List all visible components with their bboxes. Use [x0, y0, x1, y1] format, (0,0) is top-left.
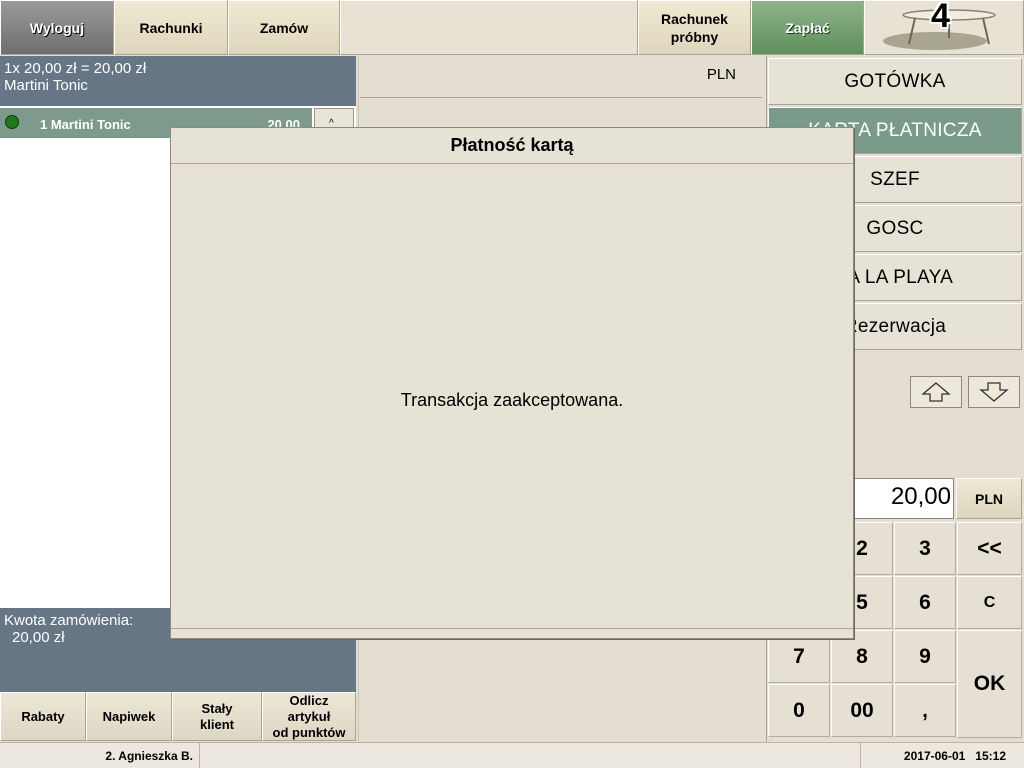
test-bill-button[interactable]: Rachunek próbny [638, 0, 751, 55]
status-datetime: 2017-06-01 15:12 [903, 749, 1006, 763]
status-bar: 2. Agnieszka B. 2017-06-01 15:12 [0, 742, 1024, 768]
status-user: 2. Agnieszka B. [105, 749, 193, 763]
amount-currency-button[interactable]: PLN [956, 478, 1022, 519]
dialog-message: Transakcja zaakceptowana. [400, 390, 624, 410]
tip-button[interactable]: Napiwek [86, 692, 172, 741]
currency-header: PLN [360, 58, 762, 98]
dialog-footer-line [171, 628, 853, 629]
regular-line2: klient [200, 716, 234, 732]
order-row-text: 1 Martini Tonic [40, 117, 131, 132]
keypad-9[interactable]: 9 [894, 630, 956, 683]
table-button[interactable]: 4 [864, 0, 1024, 55]
regular-client-button[interactable]: Stały klient [172, 692, 262, 741]
keypad-3[interactable]: 3 [894, 522, 956, 575]
table-number: 4 [931, 0, 950, 35]
keypad-ok[interactable]: OK [957, 630, 1022, 738]
points-line1: Odlicz [289, 692, 329, 708]
pay-button[interactable]: Zapłać [751, 0, 864, 55]
arrow-up-icon [921, 382, 951, 402]
discounts-button[interactable]: Rabaty [0, 692, 86, 741]
bills-button[interactable]: Rachunki [114, 0, 228, 55]
regular-line1: Stały [201, 700, 233, 716]
keypad-clear[interactable]: C [957, 576, 1022, 629]
keypad-6[interactable]: 6 [894, 576, 956, 629]
status-datetime-cell: 2017-06-01 15:12 [860, 743, 1024, 768]
keypad-00[interactable]: 00 [831, 684, 893, 737]
order-button[interactable]: Zamów [228, 0, 340, 55]
test-bill-line2: próbny [670, 28, 719, 45]
card-payment-dialog: Płatność kartą Transakcja zaakceptowana. [170, 127, 854, 639]
points-deduct-button[interactable]: Odlicz artykuł od punktów [262, 692, 356, 741]
logout-button[interactable]: Wyloguj [0, 0, 114, 55]
list-down-button[interactable] [968, 376, 1020, 408]
amount-value: 20,00 [890, 483, 951, 510]
points-line2: artykuł [287, 708, 331, 724]
keypad-0[interactable]: 0 [768, 684, 830, 737]
keypad-backspace[interactable]: << [957, 522, 1022, 575]
test-bill-line1: Rachunek [661, 10, 728, 27]
status-user-cell: 2. Agnieszka B. [0, 743, 200, 768]
order-summary-line: 1x 20,00 zł = 20,00 zł [4, 60, 147, 77]
keypad-comma[interactable]: , [894, 684, 956, 737]
status-led-icon [5, 115, 19, 129]
order-summary-header: 1x 20,00 zł = 20,00 zł Martini Tonic [0, 56, 356, 106]
points-line3: od punktów [272, 724, 346, 740]
dialog-title: Płatność kartą [171, 128, 853, 164]
payment-method-cash[interactable]: GOTÓWKA [768, 58, 1022, 105]
currency-label: PLN [706, 66, 736, 83]
order-item-name: Martini Tonic [4, 77, 88, 94]
arrow-down-icon [979, 382, 1009, 402]
list-up-button[interactable] [910, 376, 962, 408]
toolbar-spacer [340, 0, 638, 55]
